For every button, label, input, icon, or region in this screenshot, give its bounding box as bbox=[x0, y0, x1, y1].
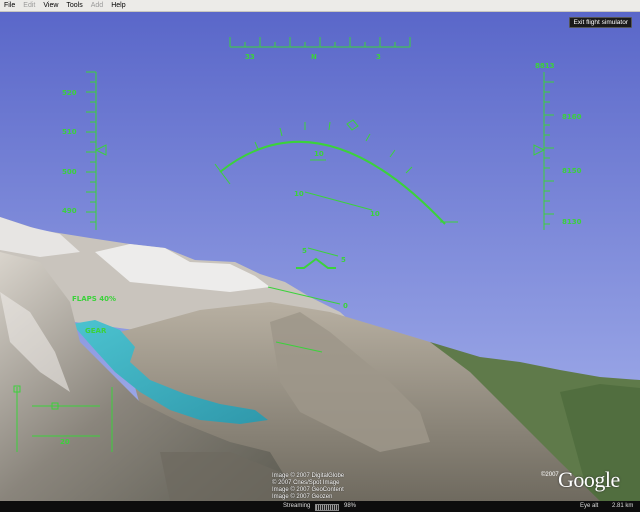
bank-angle-label: 10 bbox=[314, 150, 324, 158]
google-logo: Google bbox=[558, 467, 620, 492]
pitch-label-10-right: 10 bbox=[370, 210, 380, 218]
heading-ticks bbox=[229, 37, 411, 47]
gear-indicator: GEAR bbox=[85, 327, 107, 335]
pitch-line-neg5 bbox=[275, 341, 323, 353]
streaming-percent: 98% bbox=[344, 503, 357, 509]
heading-label-3: 3 bbox=[376, 53, 381, 61]
pitch-line-5 bbox=[307, 247, 339, 257]
pitch-label-5-left: 5 bbox=[302, 247, 307, 255]
attribution-line: Image © 2007 DigitalGlobe bbox=[272, 473, 345, 479]
pitch-label-5-right: 5 bbox=[341, 256, 346, 264]
status-bar: Streaming 98% Eye alt 2.81 km bbox=[0, 501, 640, 512]
aircraft-reference-icon bbox=[296, 257, 336, 269]
altitude-tape: 8813 8160 8150 8130 bbox=[533, 62, 582, 230]
attribution-line: Image © 2007 Geozen bbox=[272, 494, 333, 500]
menu-file[interactable]: File bbox=[0, 0, 19, 11]
altitude-pointer-icon bbox=[533, 144, 546, 156]
altitude-ticks bbox=[544, 81, 554, 225]
imagery-attribution: Image © 2007 DigitalGlobe © 2007 Cnes/Sp… bbox=[272, 473, 344, 501]
bank-indicator: 10 bbox=[214, 119, 458, 225]
menu-help[interactable]: Help bbox=[107, 0, 129, 11]
throttle-label: 20 bbox=[60, 438, 70, 446]
menu-add[interactable]: Add bbox=[87, 0, 107, 11]
heading-label-33: 33 bbox=[245, 53, 255, 61]
flaps-indicator: FLAPS 40% bbox=[72, 295, 116, 303]
airspeed-pointer-icon bbox=[94, 144, 107, 156]
pitch-line-10 bbox=[304, 191, 373, 211]
horizon-line bbox=[267, 286, 341, 305]
pitch-label-10-left: 10 bbox=[294, 190, 304, 198]
heading-label-n: N bbox=[311, 53, 317, 61]
eye-altitude-label: Eye alt bbox=[580, 503, 599, 509]
menu-tools[interactable]: Tools bbox=[62, 0, 86, 11]
bank-arc bbox=[219, 140, 446, 225]
flight-view[interactable]: 33 N 3 520 510 500 490 8813 8160 8150 81… bbox=[0, 12, 640, 501]
altitude-label-8150: 8150 bbox=[562, 167, 582, 175]
pitch-ladder: 10 10 5 5 0 bbox=[267, 190, 380, 353]
menu-view[interactable]: View bbox=[39, 0, 62, 11]
attribution-line: Image © 2007 GeoContent bbox=[272, 487, 344, 493]
airspeed-label-500: 500 bbox=[62, 168, 77, 176]
airspeed-ticks bbox=[86, 71, 96, 223]
streaming-label: Streaming bbox=[283, 503, 311, 509]
hud-overlay: 33 N 3 520 510 500 490 8813 8160 8150 81… bbox=[13, 37, 582, 452]
altitude-label-8160: 8160 bbox=[562, 113, 582, 121]
altitude-readout: 8813 bbox=[535, 62, 555, 70]
eye-altitude-value: 2.81 km bbox=[612, 503, 634, 509]
airspeed-label-490: 490 bbox=[62, 207, 77, 215]
airspeed-label-510: 510 bbox=[62, 128, 77, 136]
streaming-progress-bar bbox=[315, 504, 339, 511]
control-box: 20 bbox=[13, 385, 113, 452]
exit-flight-simulator-button[interactable]: Exit flight simulator bbox=[569, 17, 632, 28]
menu-bar: File Edit View Tools Add Help bbox=[0, 0, 640, 12]
attribution-line: © 2007 Cnes/Spot Image bbox=[272, 480, 340, 486]
altitude-label-8130: 8130 bbox=[562, 218, 582, 226]
airspeed-tape: 520 510 500 490 bbox=[62, 71, 107, 230]
pitch-label-0: 0 bbox=[343, 302, 348, 310]
airspeed-label-520: 520 bbox=[62, 89, 77, 97]
bank-pointer-icon bbox=[346, 119, 359, 131]
copyright-year: ©2007 bbox=[541, 472, 559, 478]
heading-tape: 33 N 3 bbox=[229, 37, 411, 61]
menu-edit[interactable]: Edit bbox=[19, 0, 39, 11]
